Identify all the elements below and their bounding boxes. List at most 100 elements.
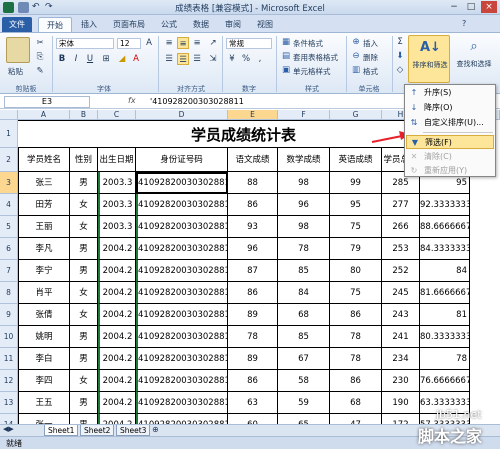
table-cell[interactable]: 李四 xyxy=(18,370,70,392)
table-cell[interactable]: 92.3333333 xyxy=(420,194,470,216)
table-cell[interactable]: 410928200303028812 xyxy=(136,282,228,304)
table-cell[interactable]: 190 xyxy=(382,392,420,414)
table-cell[interactable]: 田芳 xyxy=(18,194,70,216)
row-header[interactable]: 14 xyxy=(0,414,18,424)
fx-icon[interactable]: fx xyxy=(128,96,136,105)
delete-cells-button[interactable]: 删除 xyxy=(363,52,378,63)
table-cell[interactable]: 女 xyxy=(70,370,98,392)
table-cell[interactable]: 2004.2 xyxy=(98,326,136,348)
row-header[interactable]: 10 xyxy=(0,326,18,348)
maximize-button[interactable]: □ xyxy=(463,1,479,13)
orientation-icon[interactable]: ↗ xyxy=(207,37,219,49)
autosum-icon[interactable]: Σ xyxy=(394,36,406,48)
conditional-format-button[interactable]: 条件格式 xyxy=(293,38,323,49)
font-size-select[interactable]: 12 xyxy=(117,38,141,49)
table-cell[interactable]: 张一 xyxy=(18,414,70,424)
table-cell[interactable]: 王五 xyxy=(18,392,70,414)
table-cell[interactable]: 85 xyxy=(278,260,330,282)
table-cell[interactable]: 47 xyxy=(330,414,382,424)
row-header[interactable]: 8 xyxy=(0,282,18,304)
bold-button[interactable]: B xyxy=(56,53,68,65)
table-cell[interactable]: 89 xyxy=(228,304,278,326)
column-header[interactable]: B xyxy=(70,110,98,120)
table-cell[interactable]: 男 xyxy=(70,348,98,370)
insert-cells-button[interactable]: 插入 xyxy=(363,38,378,49)
table-cell[interactable]: 李宁 xyxy=(18,260,70,282)
sheet-tab-1[interactable]: Sheet1 xyxy=(44,425,79,436)
tab-review[interactable]: 审阅 xyxy=(218,17,248,32)
insert-cells-icon[interactable]: ⊕ xyxy=(350,36,362,48)
table-cell[interactable]: 2004.2 xyxy=(98,392,136,414)
select-all-corner[interactable] xyxy=(0,110,18,120)
table-cell[interactable]: 男 xyxy=(70,238,98,260)
table-cell[interactable]: 410928200303028813 xyxy=(136,392,228,414)
table-cell[interactable]: 86 xyxy=(330,304,382,326)
table-cell[interactable]: 87 xyxy=(228,260,278,282)
table-cell[interactable]: 女 xyxy=(70,194,98,216)
table-cell[interactable]: 男 xyxy=(70,172,98,194)
table-cell[interactable]: 410928200303028818 xyxy=(136,216,228,238)
table-cell[interactable]: 81 xyxy=(420,304,470,326)
table-cell[interactable]: 男 xyxy=(70,392,98,414)
table-cell[interactable]: 2003.3 xyxy=(98,194,136,216)
table-cell[interactable]: 75 xyxy=(330,216,382,238)
table-cell[interactable]: 410928200303028812 xyxy=(136,348,228,370)
table-cell[interactable]: 96 xyxy=(228,238,278,260)
cell-style-icon[interactable]: ▣ xyxy=(280,64,292,76)
table-format-icon[interactable]: ▤ xyxy=(280,50,292,62)
table-cell[interactable]: 93 xyxy=(228,216,278,238)
table-cell[interactable]: 80 xyxy=(330,260,382,282)
table-cell[interactable]: 76.6666667 xyxy=(420,370,470,392)
row-header[interactable]: 13 xyxy=(0,392,18,414)
name-box[interactable]: E3 xyxy=(4,96,90,108)
table-cell[interactable]: 2003.3 xyxy=(98,216,136,238)
table-cell[interactable]: 89 xyxy=(228,348,278,370)
table-cell[interactable]: 2004.2 xyxy=(98,304,136,326)
grow-font-icon[interactable]: A xyxy=(143,37,155,49)
menu-item-sort-ascending[interactable]: ↑ 升序(S) xyxy=(406,86,494,100)
table-cell[interactable]: 96 xyxy=(278,194,330,216)
table-header-cell[interactable]: 性别 xyxy=(70,148,98,172)
table-cell[interactable]: 410928200303028818 xyxy=(136,194,228,216)
table-cell[interactable]: 姚明 xyxy=(18,326,70,348)
table-cell[interactable]: 68 xyxy=(278,304,330,326)
table-cell[interactable]: 78 xyxy=(228,326,278,348)
delete-cells-icon[interactable]: ⊖ xyxy=(350,50,362,62)
table-cell[interactable]: 2004.2 xyxy=(98,348,136,370)
table-cell[interactable]: 张倩 xyxy=(18,304,70,326)
table-cell[interactable]: 2004.2 xyxy=(98,238,136,260)
sheet-tab-2[interactable]: Sheet2 xyxy=(80,425,115,436)
column-header[interactable]: G xyxy=(330,110,382,120)
table-cell[interactable]: 65 xyxy=(278,414,330,424)
table-cell[interactable]: 78 xyxy=(420,348,470,370)
table-cell[interactable]: 张三 xyxy=(18,172,70,194)
table-cell[interactable]: 81.6666667 xyxy=(420,282,470,304)
tab-formulas[interactable]: 公式 xyxy=(154,17,184,32)
table-cell[interactable]: 86 xyxy=(330,370,382,392)
row-header[interactable]: 6 xyxy=(0,238,18,260)
table-cell[interactable]: 肖平 xyxy=(18,282,70,304)
column-header[interactable]: C xyxy=(98,110,136,120)
table-cell[interactable]: 67 xyxy=(278,348,330,370)
tab-insert[interactable]: 插入 xyxy=(74,17,104,32)
table-cell[interactable]: 84.3333333 xyxy=(420,238,470,260)
table-header-cell[interactable]: 英语成绩 xyxy=(330,148,382,172)
table-cell[interactable]: 98 xyxy=(278,172,330,194)
table-cell[interactable]: 78 xyxy=(330,326,382,348)
table-cell[interactable]: 252 xyxy=(382,260,420,282)
table-cell[interactable]: 68 xyxy=(330,392,382,414)
table-cell[interactable]: 277 xyxy=(382,194,420,216)
table-cell[interactable]: 2004.2 xyxy=(98,414,136,424)
close-button[interactable]: × xyxy=(481,1,497,13)
tab-view[interactable]: 视图 xyxy=(250,17,280,32)
menu-item-sort-descending[interactable]: ↓ 降序(O) xyxy=(406,101,494,115)
column-header[interactable]: A xyxy=(18,110,70,120)
table-cell[interactable]: 410928200303028812 xyxy=(136,370,228,392)
table-cell[interactable]: 95 xyxy=(330,194,382,216)
sheet-tab-3[interactable]: Sheet3 xyxy=(116,425,151,436)
table-cell[interactable]: 男 xyxy=(70,326,98,348)
table-header-cell[interactable]: 出生日期 xyxy=(98,148,136,172)
table-cell[interactable]: 李凡 xyxy=(18,238,70,260)
table-cell[interactable]: 410928200303028812 xyxy=(136,260,228,282)
row-header[interactable]: 3 xyxy=(0,172,18,194)
